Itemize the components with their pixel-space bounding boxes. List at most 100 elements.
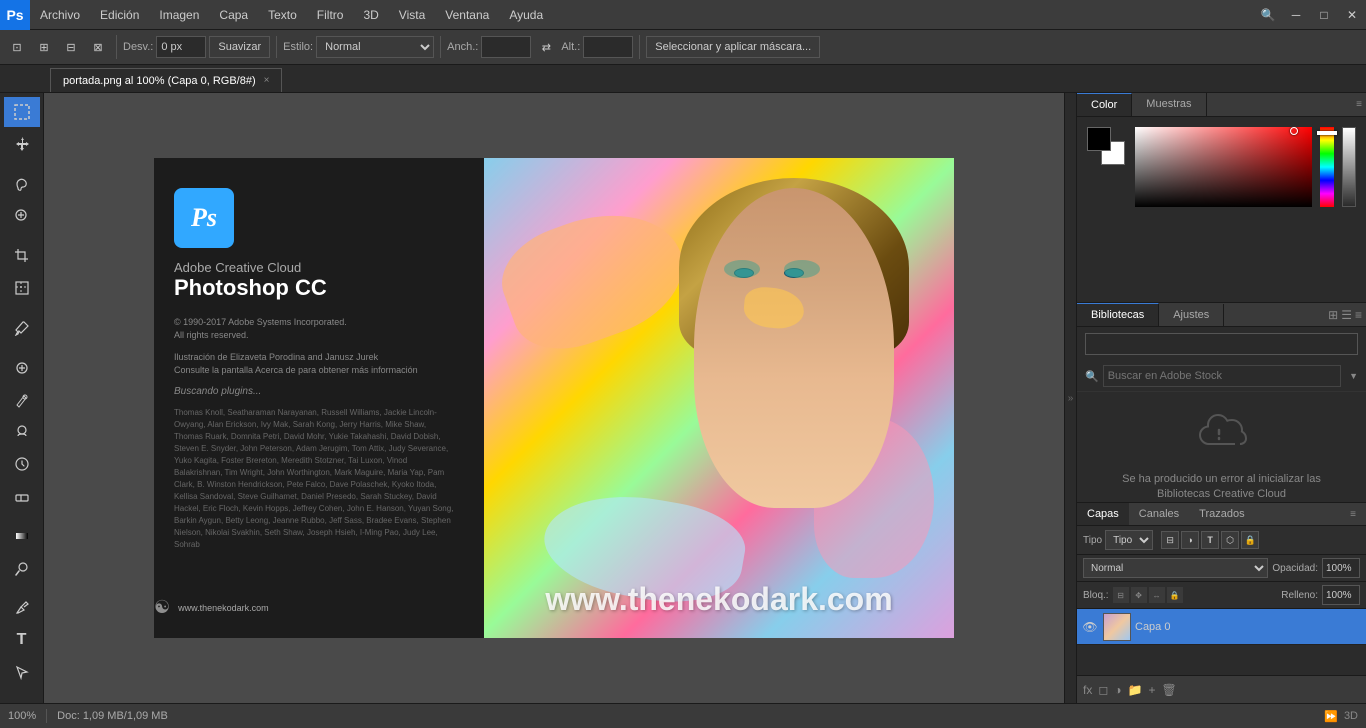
dodge-tool[interactable] <box>4 553 40 583</box>
pixel-layer-icon[interactable]: ⊟ <box>1161 531 1179 549</box>
estilo-select[interactable]: Normal Fijo Proporciones fijas <box>316 36 434 58</box>
adobe-stock-input[interactable] <box>1103 365 1341 387</box>
alpha-slider[interactable] <box>1342 127 1356 207</box>
document-canvas: Ps Adobe Creative Cloud Photoshop CC © 1… <box>154 158 954 638</box>
add-layer-icon[interactable]: + <box>1149 683 1156 697</box>
brush-tool[interactable] <box>4 385 40 415</box>
blend-mode-select[interactable]: Normal <box>1083 558 1268 578</box>
adjustment-layer-icon[interactable]: ◑ <box>1181 531 1199 549</box>
menu-capa[interactable]: Capa <box>209 0 258 29</box>
clone-tool[interactable] <box>4 417 40 447</box>
foreground-color-swatch[interactable] <box>1087 127 1111 151</box>
document-tab[interactable]: portada.png al 100% (Capa 0, RGB/8#) × <box>50 68 282 92</box>
shape-tool[interactable] <box>4 697 40 703</box>
tab-capas[interactable]: Capas <box>1077 503 1129 525</box>
maximize-button[interactable]: □ <box>1310 1 1338 29</box>
quick-select-tool[interactable] <box>4 201 40 231</box>
eraser-tool[interactable] <box>4 481 40 511</box>
relleno-input[interactable] <box>1322 585 1360 605</box>
lib-menu-icon[interactable]: ≡ <box>1355 308 1362 322</box>
swap-dimensions-btn[interactable]: ⇄ <box>534 35 558 59</box>
lock-all-icon[interactable]: 🔒 <box>1167 587 1183 603</box>
canvas-area[interactable]: Ps Adobe Creative Cloud Photoshop CC © 1… <box>44 93 1064 703</box>
close-button[interactable]: ✕ <box>1338 1 1366 29</box>
add-selection-btn[interactable]: ⊞ <box>32 35 56 59</box>
crop-tool[interactable] <box>4 241 40 271</box>
lock-move-icon[interactable]: ↔ <box>1149 587 1165 603</box>
tab-canales[interactable]: Canales <box>1129 503 1189 525</box>
delete-layer-icon[interactable]: 🗑 <box>1162 683 1177 697</box>
panel-collapse-btn[interactable]: » <box>1064 93 1076 703</box>
path-select-tool[interactable] <box>4 657 40 687</box>
eyedropper-tool[interactable] <box>4 313 40 343</box>
add-adjustment-icon[interactable]: ◑ <box>1114 683 1121 697</box>
slice-tool[interactable] <box>4 273 40 303</box>
spot-heal-tool[interactable] <box>4 353 40 383</box>
lib-list-icon[interactable]: ☰ <box>1341 308 1352 322</box>
search-dropdown-icon[interactable]: ▼ <box>1349 371 1358 381</box>
timeline-icon[interactable]: ⏩ <box>1324 710 1338 723</box>
tab-title: portada.png al 100% (Capa 0, RGB/8#) <box>63 75 256 87</box>
tab-bibliotecas[interactable]: Bibliotecas <box>1077 303 1159 326</box>
tipo-select[interactable]: Tipo <box>1105 530 1153 550</box>
opacity-input[interactable] <box>1322 558 1360 578</box>
tab-muestras[interactable]: Muestras <box>1132 93 1206 116</box>
lock-pixels-icon[interactable]: ⊟ <box>1113 587 1129 603</box>
intersect-selection-btn[interactable]: ⊠ <box>86 35 110 59</box>
add-style-icon[interactable]: fx <box>1083 683 1092 697</box>
lock-icons: ⊟ ✥ ↔ 🔒 <box>1113 587 1183 603</box>
menu-filtro[interactable]: Filtro <box>307 0 354 29</box>
move-tool[interactable] <box>4 129 40 159</box>
layer-visibility-toggle[interactable]: 👁 <box>1081 618 1099 636</box>
mask-button[interactable]: Seleccionar y aplicar máscara... <box>646 36 820 58</box>
lock-position-icon[interactable]: ✥ <box>1131 587 1147 603</box>
menu-ayuda[interactable]: Ayuda <box>499 0 553 29</box>
text-layer-icon[interactable]: T <box>1201 531 1219 549</box>
style-group: Estilo: Normal Fijo Proporciones fijas <box>283 36 441 58</box>
status-divider-1 <box>46 709 47 723</box>
shape-layer-icon[interactable]: ⬡ <box>1221 531 1239 549</box>
hue-slider[interactable] <box>1320 127 1334 207</box>
menu-3d[interactable]: 3D <box>353 0 388 29</box>
adobe-stock-search-bar: 🔍 ▼ <box>1077 361 1366 392</box>
alto-input[interactable] <box>583 36 633 58</box>
layer-item[interactable]: 👁 Capa 0 <box>1077 609 1366 645</box>
tab-ajustes[interactable]: Ajustes <box>1159 304 1224 326</box>
suavizar-btn[interactable]: Suavizar <box>209 36 270 58</box>
menu-ventana[interactable]: Ventana <box>435 0 499 29</box>
color-spectrum[interactable] <box>1135 127 1312 207</box>
add-mask-icon[interactable]: ◻ <box>1098 683 1108 697</box>
layers-panel-menu[interactable]: ≡ <box>1344 505 1362 523</box>
loading-text: Buscando plugins... <box>174 386 464 397</box>
3d-icon[interactable]: 3D <box>1344 710 1358 722</box>
menu-texto[interactable]: Texto <box>258 0 307 29</box>
illustration-credit: Ilustración de Elizaveta Porodina and Ja… <box>174 351 464 376</box>
lib-search-input[interactable] <box>1085 333 1358 355</box>
tab-trazados[interactable]: Trazados <box>1189 503 1254 525</box>
panel-menu-icon[interactable]: ≡ <box>1356 99 1362 110</box>
splash-image: Ps Adobe Creative Cloud Photoshop CC © 1… <box>154 158 954 638</box>
pen-tool[interactable] <box>4 593 40 623</box>
tab-color[interactable]: Color <box>1077 93 1132 116</box>
lasso-tool[interactable] <box>4 169 40 199</box>
alto-label: Alt.: <box>561 41 580 53</box>
menu-vista[interactable]: Vista <box>389 0 435 29</box>
search-button[interactable]: 🔍 <box>1254 1 1282 29</box>
menu-edicion[interactable]: Edición <box>90 0 149 29</box>
tab-close-btn[interactable]: × <box>264 75 270 86</box>
lib-grid-icon[interactable]: ⊞ <box>1328 308 1338 322</box>
new-selection-btn[interactable]: ⊡ <box>5 35 29 59</box>
minimize-button[interactable]: ─ <box>1282 1 1310 29</box>
desvio-input[interactable] <box>156 36 206 58</box>
text-tool[interactable]: T <box>4 625 40 655</box>
menu-imagen[interactable]: Imagen <box>149 0 209 29</box>
ancho-input[interactable] <box>481 36 531 58</box>
smart-object-icon[interactable]: 🔒 <box>1241 531 1259 549</box>
marquee-tool[interactable] <box>4 97 40 127</box>
history-tool[interactable] <box>4 449 40 479</box>
gradient-tool[interactable] <box>4 521 40 551</box>
menu-archivo[interactable]: Archivo <box>30 0 90 29</box>
add-group-icon[interactable]: 📁 <box>1128 683 1143 697</box>
color-swatches[interactable] <box>1087 127 1127 167</box>
subtract-selection-btn[interactable]: ⊟ <box>59 35 83 59</box>
